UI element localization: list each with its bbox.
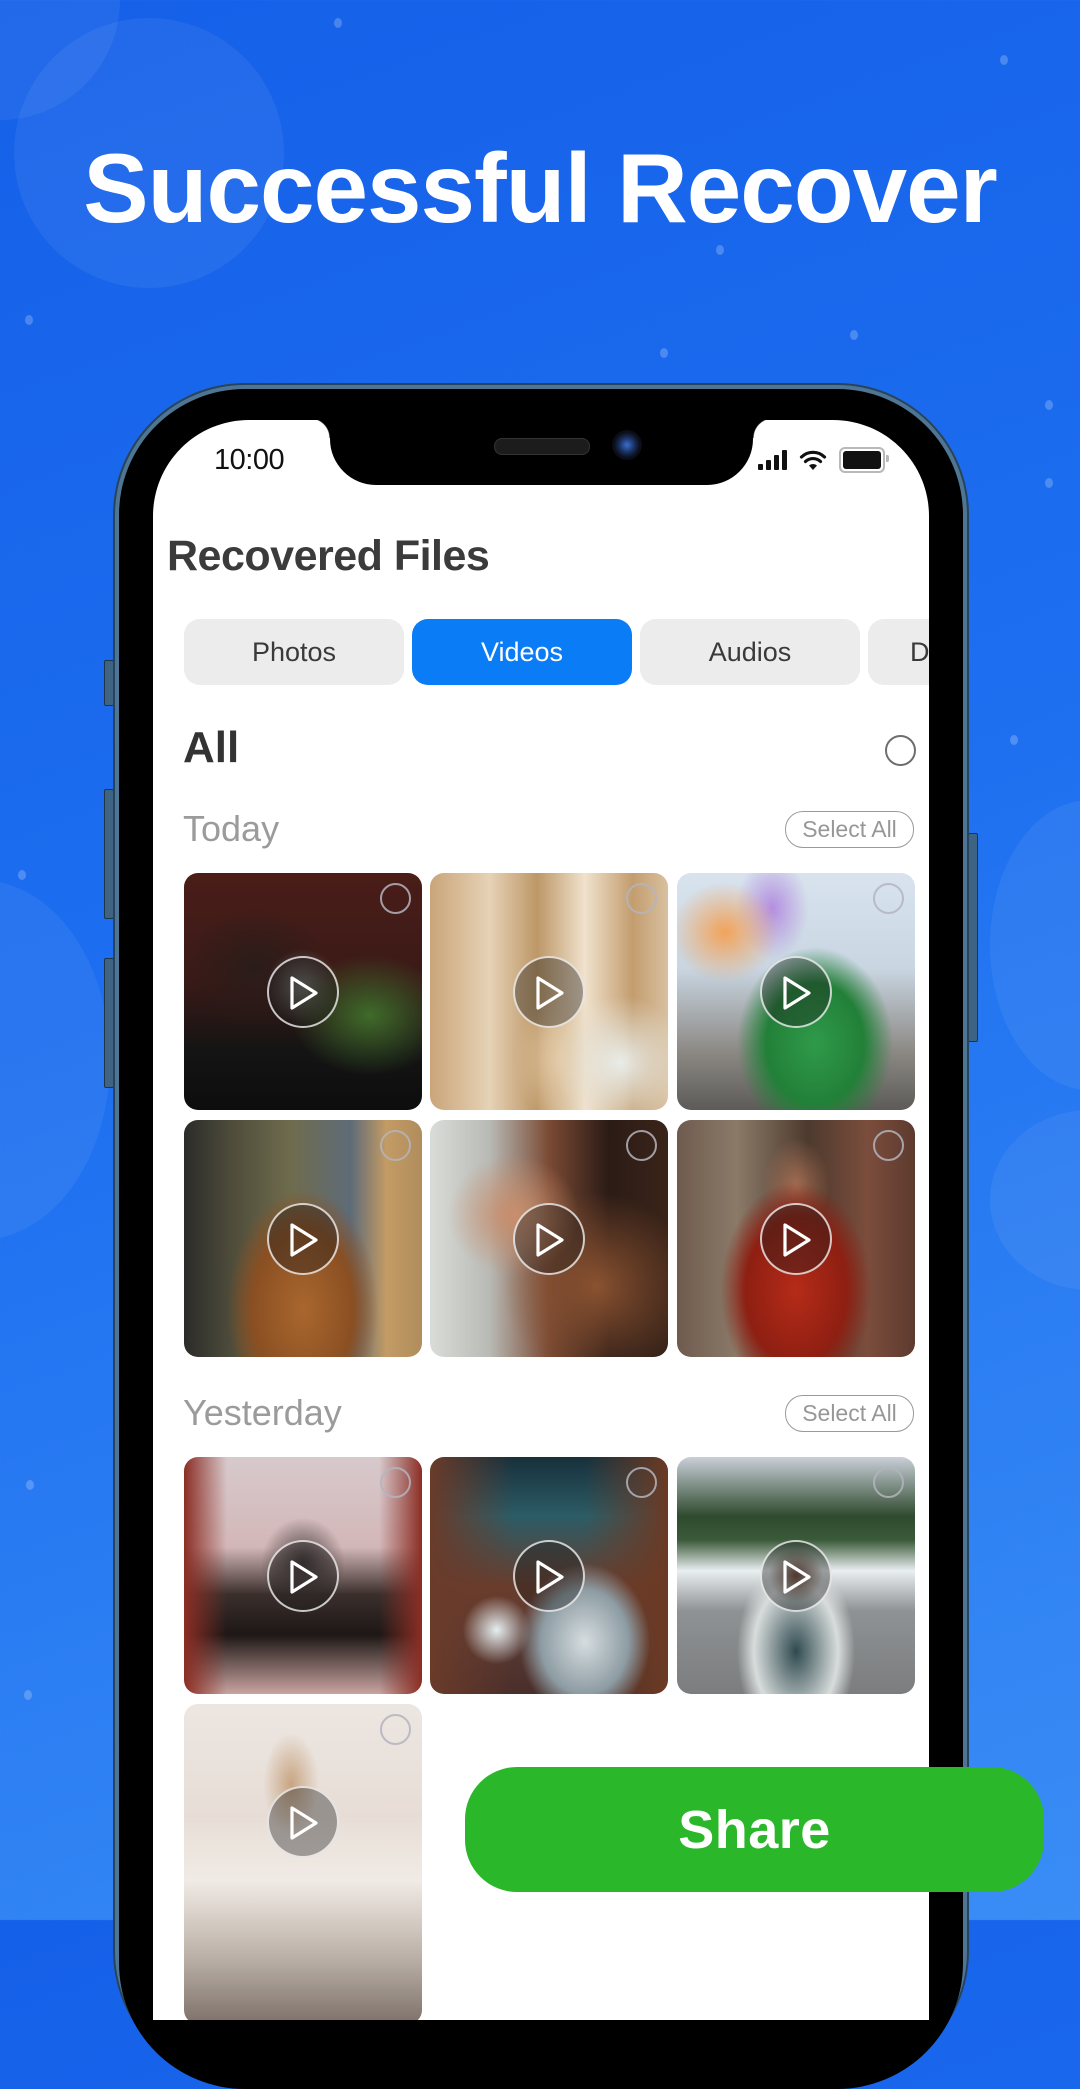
play-button[interactable] bbox=[513, 1539, 585, 1612]
notch bbox=[310, 420, 773, 485]
section-label-yesterday: Yesterday bbox=[183, 1392, 342, 1433]
page-title: Recovered Files bbox=[167, 532, 490, 580]
share-button[interactable]: Share bbox=[465, 1767, 1044, 1892]
play-icon bbox=[290, 975, 318, 1010]
item-checkbox[interactable] bbox=[626, 1130, 657, 1161]
item-checkbox[interactable] bbox=[626, 883, 657, 914]
play-icon bbox=[536, 1222, 564, 1257]
video-thumbnail[interactable] bbox=[184, 1457, 422, 1694]
video-thumbnail[interactable] bbox=[430, 873, 668, 1110]
video-thumbnail[interactable] bbox=[184, 1704, 422, 2020]
background-dot bbox=[18, 870, 26, 880]
select-all-today-button[interactable]: Select All bbox=[785, 811, 914, 848]
background-bubble bbox=[990, 1110, 1080, 1290]
play-button[interactable] bbox=[513, 955, 585, 1028]
video-thumbnail[interactable] bbox=[430, 1457, 668, 1694]
section-label-today: Today bbox=[183, 808, 280, 849]
background-dot bbox=[334, 18, 342, 28]
category-tabs: Photos Videos Audios D bbox=[184, 619, 929, 685]
item-checkbox[interactable] bbox=[873, 1467, 904, 1498]
video-thumbnail[interactable] bbox=[430, 1120, 668, 1357]
all-label: All bbox=[183, 723, 240, 772]
play-icon bbox=[536, 975, 564, 1010]
video-thumbnail[interactable] bbox=[677, 1457, 915, 1694]
item-checkbox[interactable] bbox=[873, 1130, 904, 1161]
background-dot bbox=[850, 330, 858, 340]
play-icon bbox=[783, 1559, 811, 1594]
item-checkbox[interactable] bbox=[626, 1467, 657, 1498]
background-dot bbox=[25, 315, 33, 325]
play-button[interactable] bbox=[760, 1202, 832, 1275]
video-thumbnail[interactable] bbox=[677, 873, 915, 1110]
video-thumbnail[interactable] bbox=[184, 1120, 422, 1357]
tab-documents[interactable]: D bbox=[868, 619, 929, 685]
item-checkbox[interactable] bbox=[380, 1467, 411, 1498]
background-dot bbox=[1045, 400, 1053, 410]
item-checkbox[interactable] bbox=[380, 1714, 411, 1745]
play-button[interactable] bbox=[267, 1786, 339, 1858]
play-icon bbox=[783, 975, 811, 1010]
cellular-signal-icon bbox=[758, 450, 787, 470]
status-icons bbox=[758, 447, 889, 473]
background-dot bbox=[26, 1480, 34, 1490]
background-bubble bbox=[0, 880, 110, 1240]
battery-icon bbox=[839, 447, 889, 473]
play-icon bbox=[536, 1559, 564, 1594]
power-button bbox=[968, 833, 978, 1042]
select-all-checkbox[interactable] bbox=[885, 735, 916, 766]
play-button[interactable] bbox=[267, 1202, 339, 1275]
background-bubble bbox=[990, 800, 1080, 1090]
status-time: 10:00 bbox=[214, 444, 285, 476]
background-dot bbox=[660, 348, 668, 358]
play-icon bbox=[290, 1559, 318, 1594]
play-icon bbox=[290, 1222, 318, 1257]
play-icon bbox=[290, 1806, 318, 1840]
play-button[interactable] bbox=[760, 955, 832, 1028]
speaker-grille bbox=[494, 438, 590, 455]
play-button[interactable] bbox=[513, 1202, 585, 1275]
tab-photos[interactable]: Photos bbox=[184, 619, 404, 685]
video-thumbnail[interactable] bbox=[184, 873, 422, 1110]
item-checkbox[interactable] bbox=[380, 883, 411, 914]
background-dot bbox=[1045, 478, 1053, 488]
headline: Successful Recover bbox=[83, 133, 997, 243]
background-dot bbox=[1000, 55, 1008, 65]
front-camera bbox=[612, 430, 642, 460]
item-checkbox[interactable] bbox=[380, 1130, 411, 1161]
play-button[interactable] bbox=[267, 955, 339, 1028]
video-thumbnail[interactable] bbox=[677, 1120, 915, 1357]
play-icon bbox=[783, 1222, 811, 1257]
background-dot bbox=[24, 1690, 32, 1700]
tab-videos[interactable]: Videos bbox=[412, 619, 632, 685]
play-button[interactable] bbox=[267, 1539, 339, 1612]
tab-audios[interactable]: Audios bbox=[640, 619, 860, 685]
select-all-yesterday-button[interactable]: Select All bbox=[785, 1395, 914, 1432]
item-checkbox[interactable] bbox=[873, 883, 904, 914]
background-dot bbox=[1010, 735, 1018, 745]
wifi-icon bbox=[799, 450, 827, 470]
play-button[interactable] bbox=[760, 1539, 832, 1612]
